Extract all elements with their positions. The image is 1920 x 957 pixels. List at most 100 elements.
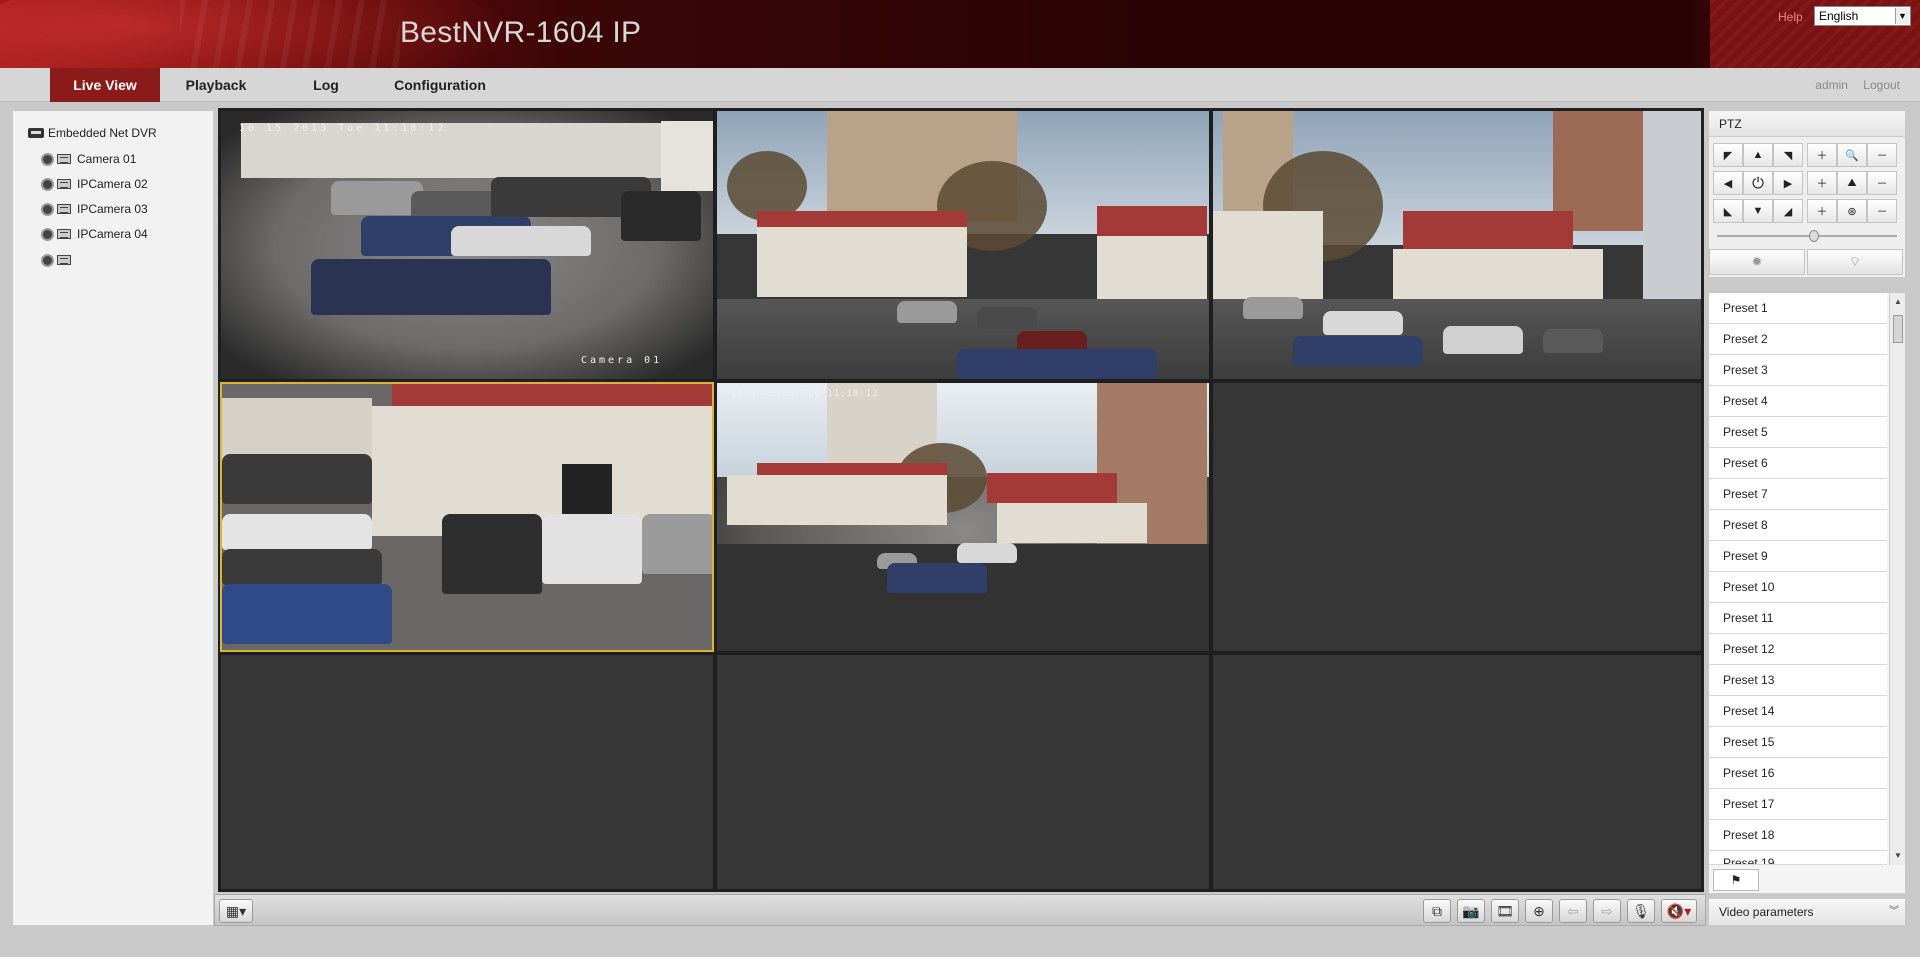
two-way-audio-button[interactable]: 🎙 <box>1627 899 1655 923</box>
zoom-label-button[interactable]: 🔍 <box>1837 143 1867 167</box>
ptz-title: PTZ <box>1709 111 1905 137</box>
zoom-out-button[interactable]: － <box>1867 143 1897 167</box>
power-icon: ⏻ <box>1752 174 1764 192</box>
preset-list-panel: Preset 1 Preset 2 Preset 3 Preset 4 Pres… <box>1708 292 1906 894</box>
stop-all-preview-button[interactable]: ⧉ <box>1423 899 1451 923</box>
preset-item[interactable]: Preset 2 <box>1709 324 1887 355</box>
ptz-left-button[interactable]: ◀ <box>1713 171 1743 195</box>
tab-log[interactable]: Log <box>296 68 356 102</box>
chevron-down-icon[interactable]: ︾ <box>1889 899 1899 925</box>
preset-item[interactable]: Preset 4 <box>1709 386 1887 417</box>
preset-item[interactable]: Preset 3 <box>1709 355 1887 386</box>
ptz-up-button[interactable]: ▲ <box>1743 143 1773 167</box>
light-icon: ✹ <box>1751 254 1763 269</box>
video-osd-timestamp: 10-15-2013 Tue 11:18:12 <box>731 389 879 399</box>
help-link[interactable]: Help <box>1778 10 1803 24</box>
call-preset-button[interactable]: ⚑ <box>1713 869 1759 891</box>
video-cell-2[interactable] <box>716 110 1210 380</box>
preset-item[interactable]: Preset 13 <box>1709 665 1887 696</box>
ptz-up-right-button[interactable]: ◥ <box>1773 143 1803 167</box>
preset-item[interactable]: Preset 18 <box>1709 820 1887 851</box>
ptz-auto-button[interactable]: ⏻ <box>1743 171 1773 195</box>
record-icon[interactable] <box>57 204 71 214</box>
iris-close-button[interactable]: － <box>1867 199 1897 223</box>
preset-item[interactable]: Preset 17 <box>1709 789 1887 820</box>
ptz-up-left-button[interactable]: ◤ <box>1713 143 1743 167</box>
focus-label-button[interactable]: ⛰ <box>1837 171 1867 195</box>
tree-item-label: IPCamera 02 <box>77 177 148 191</box>
language-select[interactable]: English ▼ <box>1814 6 1911 26</box>
tree-item-ipcamera-02[interactable]: IPCamera 02 <box>41 176 148 192</box>
record-icon[interactable] <box>57 154 71 164</box>
tree-item-ipcamera-04[interactable]: IPCamera 04 <box>41 226 148 242</box>
preset-item[interactable]: Preset 11 <box>1709 603 1887 634</box>
preset-item[interactable]: Preset 9 <box>1709 541 1887 572</box>
video-cell-8-empty[interactable] <box>716 654 1210 890</box>
preset-item[interactable]: Preset 15 <box>1709 727 1887 758</box>
mute-icon: 🔇▾ <box>1666 902 1692 919</box>
tab-playback[interactable]: Playback <box>166 68 266 102</box>
video-parameters-header[interactable]: Video parameters ︾ <box>1708 898 1906 926</box>
audio-toggle-button[interactable]: 🔇▾ <box>1661 899 1697 923</box>
tab-live-view[interactable]: Live View <box>50 68 160 102</box>
iris-icon: ⊛ <box>1847 205 1857 218</box>
ptz-down-left-button[interactable]: ◣ <box>1713 199 1743 223</box>
record-button[interactable]: 🎞 <box>1491 899 1519 923</box>
tree-item-camera-01[interactable]: Camera 01 <box>41 151 136 167</box>
camera-icon <box>41 202 54 216</box>
preset-item[interactable]: Preset 19 <box>1709 851 1887 865</box>
arrow-down-left-icon: ◣ <box>1723 205 1733 218</box>
video-cell-4-selected[interactable] <box>220 382 714 652</box>
iris-open-button[interactable]: ＋ <box>1807 199 1837 223</box>
slider-handle[interactable] <box>1809 230 1819 242</box>
record-icon[interactable] <box>57 255 71 265</box>
ptz-right-button[interactable]: ▶ <box>1773 171 1803 195</box>
preset-scrollbar[interactable]: ▲ ▼ <box>1889 293 1905 865</box>
zoom-in-button[interactable]: ＋ <box>1807 143 1837 167</box>
video-cell-7-empty[interactable] <box>220 654 714 890</box>
previous-page-button[interactable]: ⇦ <box>1559 899 1587 923</box>
scroll-up-icon[interactable]: ▲ <box>1890 295 1905 309</box>
ptz-down-right-button[interactable]: ◢ <box>1773 199 1803 223</box>
scroll-down-icon[interactable]: ▼ <box>1890 849 1905 863</box>
preset-item[interactable]: Preset 16 <box>1709 758 1887 789</box>
video-feed-ipcamera-04 <box>222 384 712 650</box>
username: admin <box>1815 78 1848 92</box>
focus-near-button[interactable]: ＋ <box>1807 171 1837 195</box>
ptz-speed-slider[interactable] <box>1717 230 1897 242</box>
camera-icon <box>41 253 54 267</box>
minus-icon: － <box>1876 178 1888 190</box>
capture-button[interactable]: 📷 <box>1457 899 1485 923</box>
preset-item[interactable]: Preset 12 <box>1709 634 1887 665</box>
wiper-button[interactable]: ⌔ <box>1807 249 1903 275</box>
tab-configuration[interactable]: Configuration <box>380 68 500 102</box>
device-tree-panel: Embedded Net DVR Camera 01 IPCamera 02 I… <box>12 110 214 926</box>
ptz-down-button[interactable]: ▼ <box>1743 199 1773 223</box>
preset-item[interactable]: Preset 10 <box>1709 572 1887 603</box>
light-button[interactable]: ✹ <box>1709 249 1805 275</box>
preset-item[interactable]: Preset 7 <box>1709 479 1887 510</box>
window-layout-button[interactable]: ▦▾ <box>219 899 253 923</box>
tree-item-empty-channel[interactable] <box>41 252 77 268</box>
record-icon[interactable] <box>57 179 71 189</box>
tree-root[interactable]: Embedded Net DVR <box>28 125 157 141</box>
preset-item[interactable]: Preset 8 <box>1709 510 1887 541</box>
record-icon[interactable] <box>57 229 71 239</box>
preset-item[interactable]: Preset 6 <box>1709 448 1887 479</box>
scroll-thumb[interactable] <box>1893 315 1903 343</box>
preset-item[interactable]: Preset 1 <box>1709 293 1887 324</box>
next-page-button[interactable]: ⇨ <box>1593 899 1621 923</box>
video-cell-6-empty[interactable] <box>1212 382 1702 652</box>
video-cell-9-empty[interactable] <box>1212 654 1702 890</box>
video-cell-1[interactable]: 10 15 2013 Tue 11:18:12 Camera 01 <box>220 110 714 380</box>
digital-zoom-button[interactable]: ⊕ <box>1525 899 1553 923</box>
iris-label-button[interactable]: ⊛ <box>1837 199 1867 223</box>
chevron-down-icon[interactable]: ▼ <box>1895 8 1909 24</box>
focus-far-button[interactable]: － <box>1867 171 1897 195</box>
video-cell-5[interactable]: 10-15-2013 Tue 11:18:12 <box>716 382 1210 652</box>
tree-item-ipcamera-03[interactable]: IPCamera 03 <box>41 201 148 217</box>
preset-item[interactable]: Preset 14 <box>1709 696 1887 727</box>
video-cell-3[interactable] <box>1212 110 1702 380</box>
logout-link[interactable]: Logout <box>1863 78 1900 92</box>
preset-item[interactable]: Preset 5 <box>1709 417 1887 448</box>
